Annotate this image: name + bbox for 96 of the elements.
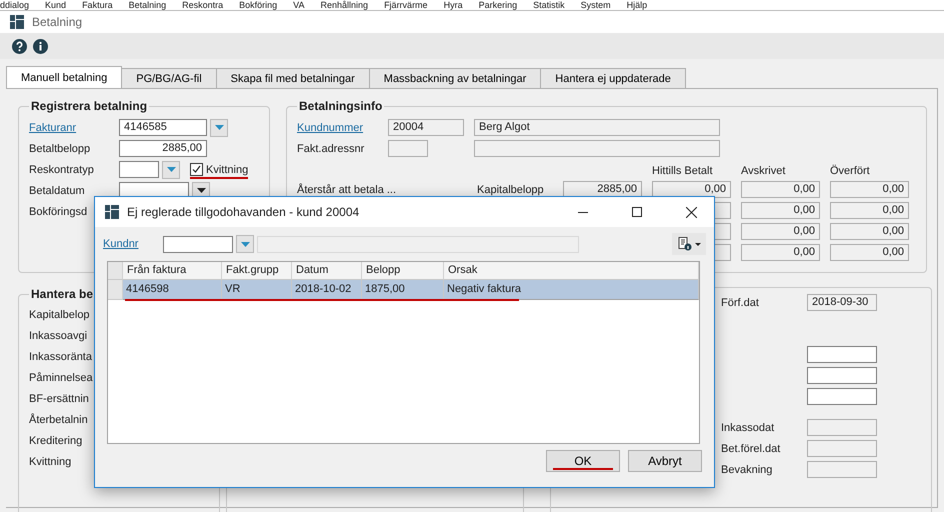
invoice-number-field[interactable]: 4146585 [119, 119, 207, 136]
field-label: Förf.dat [721, 296, 760, 308]
field-label: Återstår att betala ... [297, 184, 398, 196]
column-header: Hittills Betalt [652, 165, 714, 177]
field-label: Påminnelsea [29, 371, 93, 386]
info-icon[interactable] [33, 38, 48, 54]
field-label: BF-ersättnin [29, 392, 89, 407]
field-label: Inkassoavgi [29, 329, 88, 344]
amount-field: 0,00 [741, 181, 820, 198]
field-label: Inkassoränta [29, 350, 92, 365]
tab[interactable]: Skapa fil med betalningar [216, 68, 370, 88]
column-header: Avskrivet [741, 165, 786, 177]
field-label: Fakt.adressnr [297, 142, 366, 154]
tab[interactable]: Manuell betalning [6, 66, 122, 88]
table-cell: Negativ faktura [444, 280, 699, 300]
field-label: Kvittning [29, 455, 72, 470]
close-icon[interactable] [686, 206, 696, 218]
amount-field: 0,00 [652, 181, 731, 198]
caret-icon [240, 242, 250, 246]
date-field[interactable]: 2018-09-30 [807, 294, 877, 311]
dialog-button[interactable]: OK [546, 450, 620, 472]
address-number-field [388, 140, 428, 157]
customer-number-link[interactable]: Kundnr [103, 238, 138, 250]
menu-item[interactable]: Renhållning [320, 0, 368, 10]
window-title: Betalning [32, 15, 82, 29]
input-field[interactable] [807, 367, 877, 384]
caret-icon [196, 188, 206, 193]
menu-item[interactable]: Statistik [533, 0, 565, 10]
menu-item[interactable]: Betalning [128, 0, 166, 10]
menu-item[interactable]: Bokföring [239, 0, 278, 10]
field-label: Betaltbelopp [29, 142, 90, 154]
customer-name-field: Berg Algot [474, 119, 720, 136]
table-cell: 2018-10-02 [292, 280, 362, 300]
caret-icon [166, 167, 176, 172]
column-header: Överfört [830, 165, 871, 177]
amount-field: 0,00 [830, 244, 909, 261]
field-label: Bokföringsd [29, 206, 88, 218]
group-title: Registrera betalning [30, 99, 148, 113]
tab[interactable]: PG/BG/AG-fil [121, 68, 217, 88]
field-label: Reskontratyp [29, 164, 94, 176]
field-label: Inkassodat [721, 422, 776, 434]
menu-item[interactable]: Faktura [82, 0, 113, 10]
input-field[interactable] [119, 161, 159, 178]
customer-number-field: 20004 [388, 119, 464, 136]
caret-icon [214, 125, 224, 130]
table-row[interactable]: 4146598 VR 2018-10-02 1875,00 Negativ faktura [108, 280, 699, 300]
dialog-title: Ej reglerade tillgodohavanden - kund 20004 [127, 205, 360, 219]
date-field[interactable] [807, 440, 877, 457]
group-title: Hantera be [30, 287, 94, 301]
input-field[interactable] [807, 388, 877, 405]
field-label: Återbetalnin [29, 412, 88, 428]
amount-field: 0,00 [830, 181, 909, 198]
table-cell: VR [222, 280, 292, 300]
amount-field: 0,00 [741, 202, 820, 219]
tab[interactable]: Hantera ej uppdaterade [540, 68, 686, 88]
field-label: Kreditering [29, 434, 82, 449]
menu-item[interactable]: ddialog [0, 0, 30, 10]
document-info-icon [678, 237, 692, 251]
amount-field[interactable]: 2885,00 [119, 140, 207, 157]
app-grid-icon [10, 15, 24, 29]
amount-field: 0,00 [741, 244, 820, 261]
field-label: Betaldatum [29, 184, 85, 196]
date-field[interactable] [807, 419, 877, 436]
amount-field: 0,00 [830, 223, 909, 240]
help-icon[interactable] [12, 38, 27, 54]
checkbox-label: Kvittning [206, 164, 248, 176]
invoice-number-link[interactable]: Fakturanr [29, 122, 76, 134]
dialog-button[interactable]: Avbryt [628, 450, 702, 472]
customer-number-link[interactable]: Kundnummer [297, 122, 364, 134]
row-label: Kapitalbelopp [477, 184, 545, 196]
input-field[interactable] [163, 236, 233, 252]
input-field[interactable] [807, 346, 877, 363]
field-label: Bet.förel.dat [721, 442, 782, 454]
amount-field: 0,00 [741, 223, 820, 240]
menu-item[interactable]: Hjälp [626, 0, 648, 10]
field-label: Kapitalbelop [29, 308, 90, 323]
menu-item[interactable]: Kund [45, 0, 66, 10]
menu-item[interactable]: System [580, 0, 611, 10]
menu-item[interactable]: Parkering [478, 0, 518, 10]
row-header [108, 262, 123, 280]
checkbox[interactable] [190, 163, 203, 176]
group-title: Betalningsinfo [298, 99, 384, 113]
menu-item[interactable]: Hyra [444, 0, 463, 10]
maximize-icon[interactable] [632, 207, 642, 217]
row-header [108, 280, 123, 300]
report-info-button[interactable] [672, 233, 706, 255]
menu-item[interactable]: Fjärrvärme [384, 0, 428, 10]
date-field[interactable] [807, 461, 877, 478]
table-cell: 1875,00 [362, 280, 444, 300]
table-cell: 4146598 [123, 280, 222, 300]
amount-field: 0,00 [830, 202, 909, 219]
menu-item[interactable]: Reskontra [182, 0, 224, 10]
tab[interactable]: Massbackning av betalningar [368, 68, 542, 88]
app-grid-icon [105, 205, 119, 219]
menu-item[interactable]: VA [293, 0, 305, 10]
field-label: Bevakning [721, 464, 774, 476]
